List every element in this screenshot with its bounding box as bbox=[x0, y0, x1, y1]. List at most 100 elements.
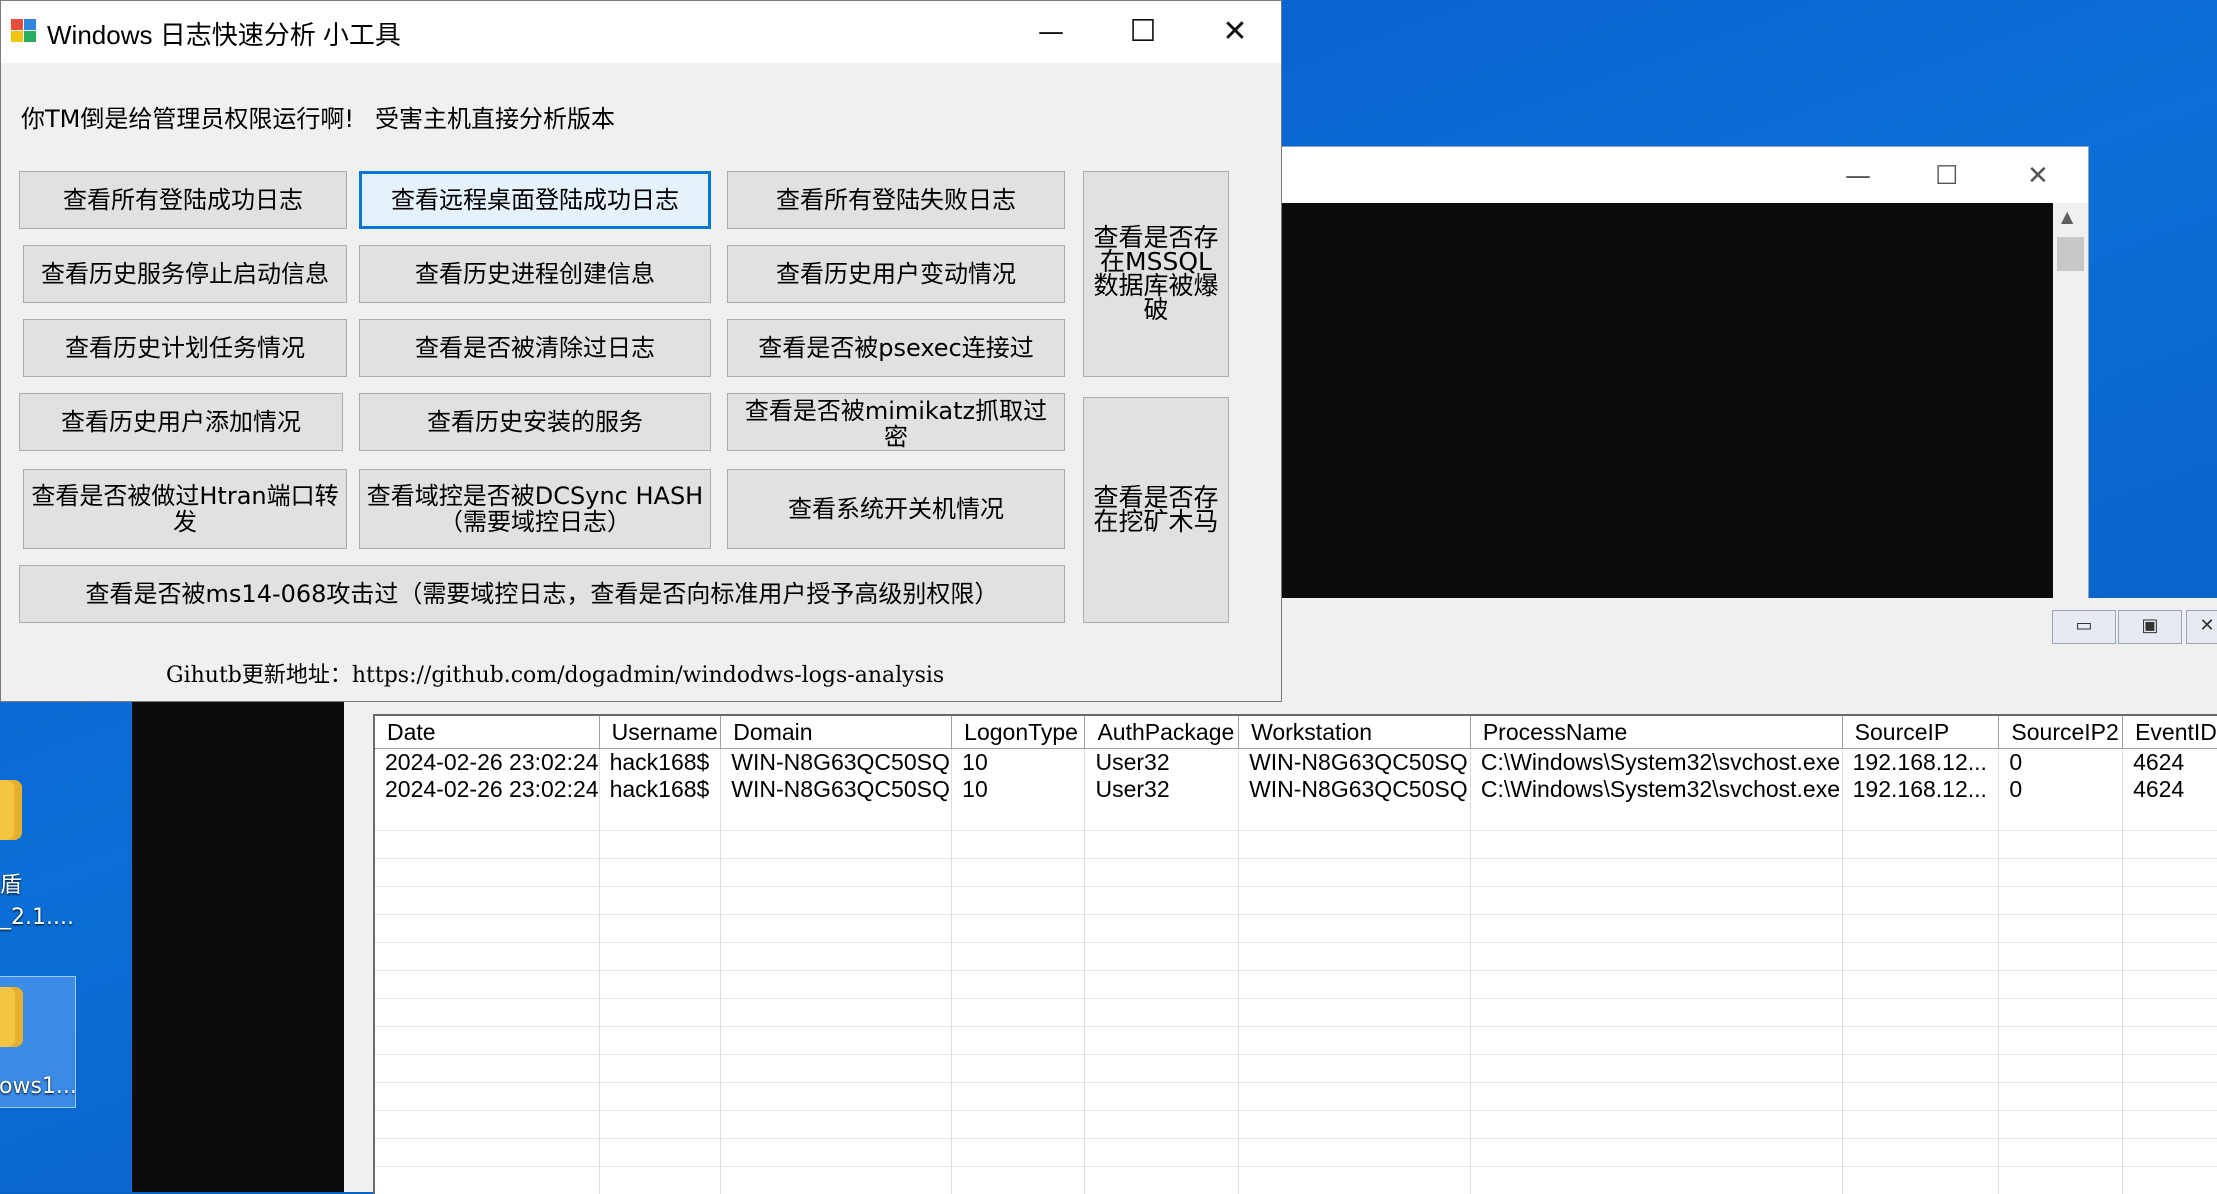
service-history-button[interactable]: 查看历史服务停止启动信息 bbox=[23, 245, 347, 303]
table-cell[interactable]: C:\Windows\System32\svchost.exe bbox=[1470, 776, 1842, 803]
table-cell[interactable]: 2024-02-26 23:02:24 bbox=[375, 749, 599, 777]
table-cell[interactable]: WIN-N8G63QC50SQ bbox=[721, 749, 952, 777]
empty-cell bbox=[952, 859, 1085, 887]
table-cell[interactable]: 4624 bbox=[2123, 776, 2217, 803]
close-button[interactable]: ✕ bbox=[1205, 9, 1265, 55]
shutdown-history-button[interactable]: 查看系统开关机情况 bbox=[727, 469, 1065, 549]
table-cell[interactable]: 4624 bbox=[2123, 749, 2217, 777]
empty-cell bbox=[1999, 887, 2123, 915]
table-cell[interactable]: User32 bbox=[1085, 776, 1239, 803]
column-header[interactable]: SourceIP bbox=[1842, 716, 1999, 749]
empty-cell bbox=[1842, 1139, 1999, 1167]
all-logon-success-button[interactable]: 查看所有登陆成功日志 bbox=[19, 171, 347, 229]
table-cell[interactable]: C:\Windows\System32\svchost.exe bbox=[1470, 749, 1842, 777]
desktop-icon-folder-2[interactable]: ows1... bbox=[0, 976, 76, 1108]
dcsync-button[interactable]: 查看域控是否被DCSync HASH（需要域控日志） bbox=[359, 469, 711, 549]
empty-cell bbox=[1085, 803, 1239, 831]
installed-services-button[interactable]: 查看历史安装的服务 bbox=[359, 393, 711, 451]
table-cell[interactable]: WIN-N8G63QC50SQ bbox=[1239, 776, 1471, 803]
results-datagrid[interactable]: DateUsernameDomainLogonTypeAuthPackageWo… bbox=[373, 714, 2217, 1194]
table-cell[interactable]: 0 bbox=[1999, 749, 2123, 777]
mdi-close-button[interactable]: ✕ bbox=[2186, 610, 2217, 644]
mdi-minimize-button[interactable]: ▭ bbox=[2052, 610, 2116, 644]
empty-cell bbox=[375, 1139, 599, 1167]
column-header[interactable]: ProcessName bbox=[1470, 716, 1842, 749]
column-header[interactable]: LogonType bbox=[952, 716, 1085, 749]
empty-cell bbox=[1085, 1167, 1239, 1194]
mdi-restore-button[interactable]: ▣ bbox=[2118, 610, 2182, 644]
github-update-link[interactable]: Gihutb更新地址：https://github.com/dogadmin/w… bbox=[166, 657, 944, 689]
title-bar[interactable]: Windows 日志快速分析 小工具 — ☐ ✕ bbox=[1, 1, 1281, 63]
table-cell[interactable]: WIN-N8G63QC50SQ bbox=[721, 776, 952, 803]
empty-row bbox=[375, 1055, 2217, 1083]
table-cell[interactable]: 0 bbox=[1999, 776, 2123, 803]
empty-cell bbox=[1239, 1167, 1471, 1194]
table-cell[interactable]: hack168$ bbox=[599, 749, 721, 777]
empty-cell bbox=[721, 1083, 952, 1111]
column-header[interactable]: Username bbox=[599, 716, 721, 749]
empty-cell bbox=[1470, 1139, 1842, 1167]
ms14-068-button[interactable]: 查看是否被ms14-068攻击过（需要域控日志，查看是否向标准用户授予高级别权限… bbox=[19, 565, 1065, 623]
empty-cell bbox=[1999, 1027, 2123, 1055]
console-minimize-button[interactable]: — bbox=[1845, 161, 1871, 191]
empty-cell bbox=[1470, 831, 1842, 859]
console-screen[interactable] bbox=[1281, 203, 2053, 599]
log-cleared-button[interactable]: 查看是否被清除过日志 bbox=[359, 319, 711, 377]
folder-icon bbox=[0, 987, 23, 1047]
table-cell[interactable]: 2024-02-26 23:02:24 bbox=[375, 776, 599, 803]
empty-cell bbox=[1085, 1111, 1239, 1139]
column-header[interactable]: Domain bbox=[721, 716, 952, 749]
mimikatz-button[interactable]: 查看是否被mimikatz抓取过密 bbox=[727, 393, 1065, 451]
console-close-button[interactable]: ✕ bbox=[2027, 161, 2049, 191]
table-cell[interactable]: hack168$ bbox=[599, 776, 721, 803]
column-header[interactable]: EventID bbox=[2123, 716, 2217, 749]
user-changes-button[interactable]: 查看历史用户变动情况 bbox=[727, 245, 1065, 303]
mining-trojan-button[interactable]: 查看是否存在挖矿木马 bbox=[1083, 397, 1229, 623]
empty-row bbox=[375, 1027, 2217, 1055]
empty-cell bbox=[2123, 1111, 2217, 1139]
empty-cell bbox=[1470, 1167, 1842, 1194]
empty-cell bbox=[1239, 1139, 1471, 1167]
psexec-button[interactable]: 查看是否被psexec连接过 bbox=[727, 319, 1065, 377]
console-window[interactable]: — ☐ ✕ ▲ bbox=[1200, 146, 2089, 600]
empty-cell bbox=[952, 943, 1085, 971]
column-header[interactable]: Date bbox=[375, 716, 599, 749]
empty-cell bbox=[1085, 859, 1239, 887]
empty-row bbox=[375, 1111, 2217, 1139]
all-logon-failure-button[interactable]: 查看所有登陆失败日志 bbox=[727, 171, 1065, 229]
table-cell[interactable]: 10 bbox=[952, 776, 1085, 803]
column-header[interactable]: Workstation bbox=[1239, 716, 1471, 749]
mssql-bruteforce-button[interactable]: 查看是否存在MSSQL数据库被爆破 bbox=[1083, 171, 1229, 377]
scroll-up-icon[interactable]: ▲ bbox=[2061, 207, 2073, 226]
empty-cell bbox=[2123, 999, 2217, 1027]
empty-cell bbox=[375, 1083, 599, 1111]
empty-cell bbox=[2123, 915, 2217, 943]
scheduled-tasks-button[interactable]: 查看历史计划任务情况 bbox=[23, 319, 347, 377]
table-row[interactable]: 2024-02-26 23:02:24hack168$WIN-N8G63QC50… bbox=[375, 749, 2217, 777]
empty-cell bbox=[2123, 943, 2217, 971]
table-cell[interactable]: WIN-N8G63QC50SQ bbox=[1239, 749, 1471, 777]
scroll-thumb[interactable] bbox=[2057, 237, 2084, 271]
maximize-button[interactable]: ☐ bbox=[1113, 9, 1173, 55]
empty-cell bbox=[2123, 1083, 2217, 1111]
column-header[interactable]: AuthPackage bbox=[1085, 716, 1239, 749]
console-maximize-button[interactable]: ☐ bbox=[1935, 161, 1958, 191]
table-cell[interactable]: 192.168.12... bbox=[1842, 776, 1999, 803]
table-cell[interactable]: 10 bbox=[952, 749, 1085, 777]
empty-cell bbox=[1842, 859, 1999, 887]
table-cell[interactable]: 192.168.12... bbox=[1842, 749, 1999, 777]
desktop-icon-folder-1[interactable]: 盾 _2.1.... bbox=[0, 780, 110, 980]
console-scrollbar[interactable]: ▲ bbox=[2053, 203, 2088, 599]
user-added-button[interactable]: 查看历史用户添加情况 bbox=[19, 393, 343, 451]
minimize-button[interactable]: — bbox=[1021, 9, 1081, 55]
column-header[interactable]: SourceIP2 bbox=[1999, 716, 2123, 749]
process-creation-button[interactable]: 查看历史进程创建信息 bbox=[359, 245, 711, 303]
table-cell[interactable]: User32 bbox=[1085, 749, 1239, 777]
background-console-strip bbox=[132, 700, 344, 1192]
table-header-row: DateUsernameDomainLogonTypeAuthPackageWo… bbox=[375, 716, 2217, 749]
table-row[interactable]: 2024-02-26 23:02:24hack168$WIN-N8G63QC50… bbox=[375, 776, 2217, 803]
empty-cell bbox=[1470, 803, 1842, 831]
rdp-logon-success-button[interactable]: 查看远程桌面登陆成功日志 bbox=[359, 171, 711, 229]
htran-button[interactable]: 查看是否被做过Htran端口转发 bbox=[23, 469, 347, 549]
admin-warning-label: 你TM倒是给管理员权限运行啊! bbox=[21, 99, 354, 134]
